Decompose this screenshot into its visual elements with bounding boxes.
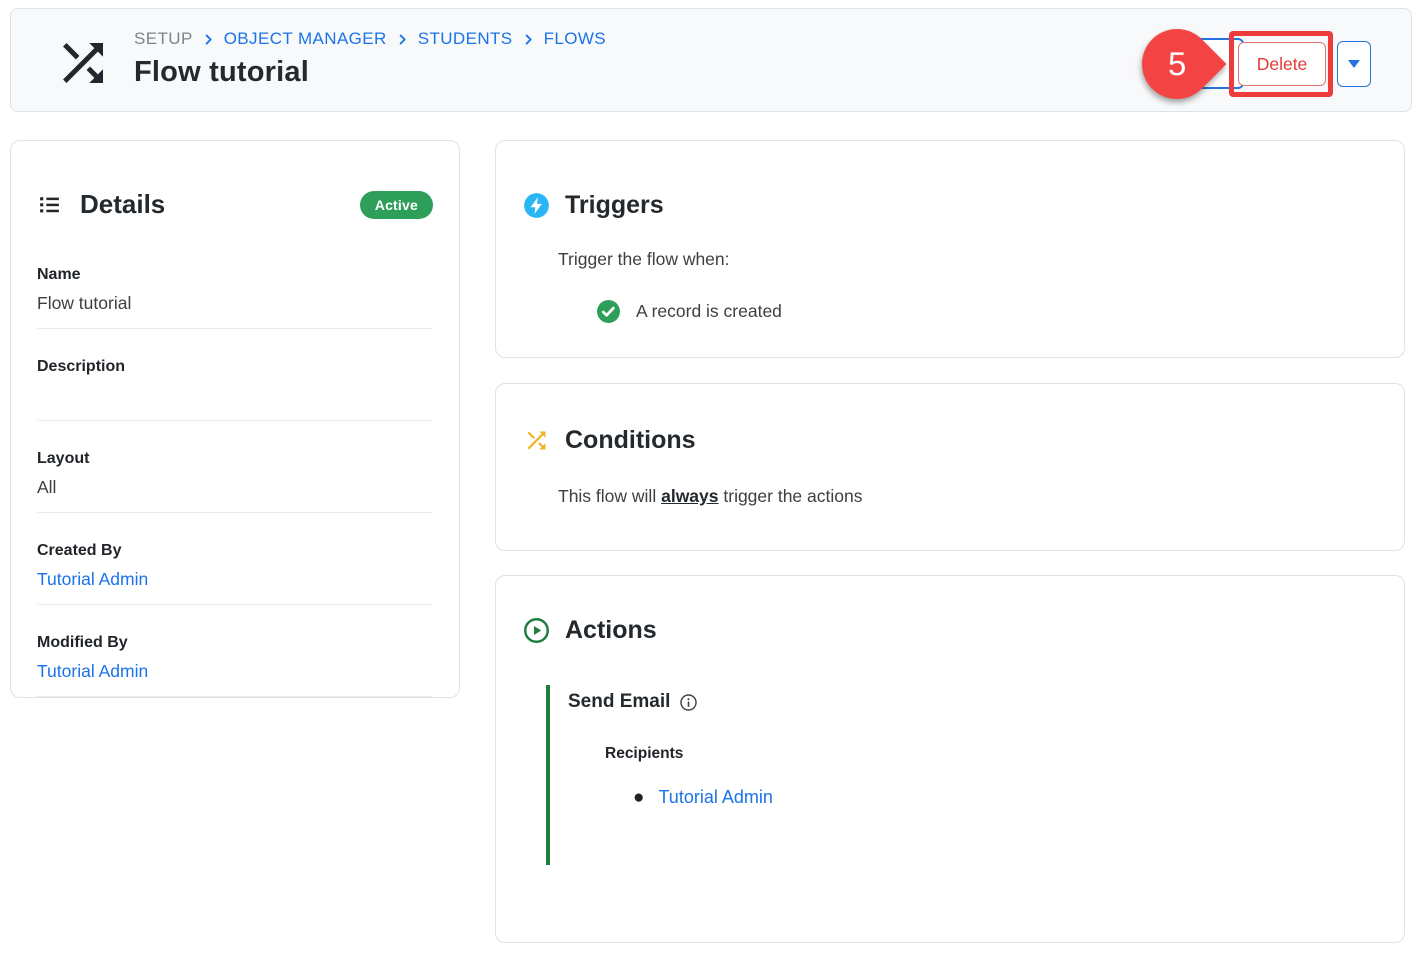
divider <box>37 420 433 421</box>
breadcrumb-flows[interactable]: FLOWS <box>544 29 606 49</box>
step-number: 5 <box>1168 45 1186 83</box>
field-label: Name <box>37 266 433 284</box>
actions-card-title: Actions <box>565 616 657 645</box>
field-modified-by: Modified By Tutorial Admin <box>37 634 433 697</box>
divider <box>37 696 433 697</box>
field-description: Description <box>37 358 433 421</box>
field-label: Layout <box>37 450 433 468</box>
shuffle-icon <box>523 427 550 454</box>
recipient-item: ● Tutorial Admin <box>633 787 1404 808</box>
triggers-card-title: Triggers <box>565 191 664 220</box>
action-name: Send Email <box>568 691 670 713</box>
modified-by-link[interactable]: Tutorial Admin <box>37 661 433 683</box>
conditions-emphasis: always <box>661 486 718 506</box>
action-block: Send Email Recipients ● Tutorial Admin <box>546 685 1404 865</box>
field-value: Flow tutorial <box>37 293 433 315</box>
field-value <box>37 385 433 407</box>
field-layout: Layout All <box>37 450 433 513</box>
caret-down-icon <box>1348 60 1360 68</box>
flow-shuffle-icon <box>53 33 113 93</box>
play-circle-icon <box>523 617 550 644</box>
created-by-link[interactable]: Tutorial Admin <box>37 569 433 591</box>
conditions-text-after: trigger the actions <box>723 486 862 506</box>
divider <box>37 328 433 329</box>
chevron-right-icon <box>201 32 216 47</box>
info-icon[interactable] <box>679 693 698 712</box>
field-name: Name Flow tutorial <box>37 266 433 329</box>
annotation-highlight-box <box>1229 31 1333 97</box>
recipient-link[interactable]: Tutorial Admin <box>658 787 772 808</box>
field-created-by: Created By Tutorial Admin <box>37 542 433 605</box>
chevron-right-icon <box>395 32 410 47</box>
step-annotation-balloon: 5 <box>1128 15 1227 114</box>
lightning-icon <box>523 192 550 219</box>
conditions-card-title: Conditions <box>565 426 696 455</box>
conditions-card: Conditions This flow will always trigger… <box>495 383 1405 551</box>
divider <box>37 604 433 605</box>
conditions-text-before: This flow will <box>558 486 656 506</box>
chevron-right-icon <box>521 32 536 47</box>
breadcrumb: SETUP OBJECT MANAGER STUDENTS FLOWS <box>134 29 606 49</box>
breadcrumb-students[interactable]: STUDENTS <box>418 29 513 49</box>
details-card: Details Active Name Flow tutorial Descri… <box>10 140 460 698</box>
divider <box>37 512 433 513</box>
bullet-icon: ● <box>633 788 644 807</box>
page: SETUP OBJECT MANAGER STUDENTS FLOWS Flow… <box>0 0 1422 976</box>
conditions-text: This flow will always trigger the action… <box>558 486 1404 507</box>
field-label: Description <box>37 358 433 376</box>
field-value: All <box>37 477 433 499</box>
status-badge: Active <box>360 191 433 219</box>
triggers-card: Triggers Trigger the flow when: A record… <box>495 140 1405 358</box>
breadcrumb-object-manager[interactable]: OBJECT MANAGER <box>224 29 387 49</box>
field-label: Created By <box>37 542 433 560</box>
list-icon <box>37 192 62 217</box>
actions-card: Actions Send Email Recipients ● Tutorial… <box>495 575 1405 943</box>
check-circle-icon <box>596 299 621 324</box>
trigger-item-text: A record is created <box>636 301 782 322</box>
trigger-intro-text: Trigger the flow when: <box>558 249 1404 270</box>
trigger-item: A record is created <box>596 299 1404 324</box>
breadcrumb-setup: SETUP <box>134 29 193 49</box>
recipients-label: Recipients <box>605 745 1404 763</box>
field-label: Modified By <box>37 634 433 652</box>
details-card-title: Details <box>80 189 165 220</box>
dropdown-button[interactable] <box>1337 41 1371 87</box>
page-title: Flow tutorial <box>134 56 606 89</box>
page-header: SETUP OBJECT MANAGER STUDENTS FLOWS Flow… <box>10 8 1412 112</box>
